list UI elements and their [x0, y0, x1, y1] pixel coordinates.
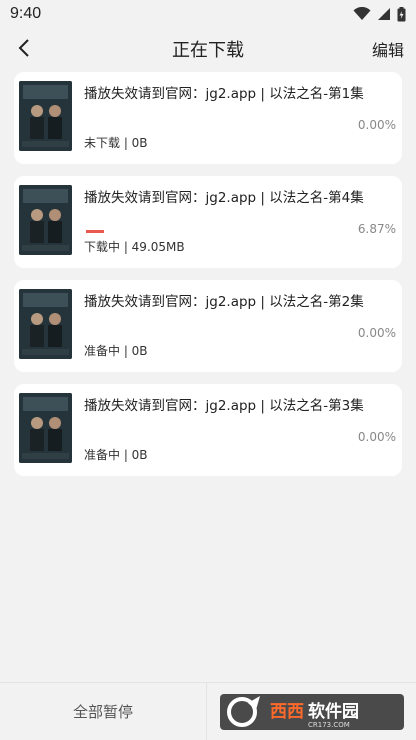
download-status: 未下载 | 0B [84, 136, 148, 150]
download-item[interactable]: 播放失效请到官网：jg2.app | 以法之名-第3集 0.00% 准备中 | … [14, 384, 402, 476]
poster-thumbnail [19, 289, 72, 359]
bottom-bar: 全部暂停 西西 软件园 CR173.COM [0, 682, 416, 740]
download-title: 播放失效请到官网：jg2.app | 以法之名-第4集 [84, 190, 364, 206]
download-percent: 6.87% [357, 222, 396, 236]
status-icons [353, 6, 406, 22]
download-title: 播放失效请到官网：jg2.app | 以法之名-第3集 [84, 398, 364, 414]
svg-text:西西: 西西 [270, 702, 304, 722]
download-item[interactable]: 播放失效请到官网：jg2.app | 以法之名-第1集 0.00% 未下载 | … [14, 72, 402, 164]
signal-icon [378, 8, 390, 20]
download-progress-bar [86, 230, 104, 233]
download-percent: 0.00% [357, 430, 396, 444]
back-button[interactable] [10, 34, 38, 62]
poster-thumbnail [19, 393, 72, 463]
download-title: 播放失效请到官网：jg2.app | 以法之名-第2集 [84, 294, 364, 310]
download-status: 下载中 | 49.05MB [84, 240, 185, 254]
download-item[interactable]: 播放失效请到官网：jg2.app | 以法之名-第4集 6.87% 下载中 | … [14, 176, 402, 268]
download-title: 播放失效请到官网：jg2.app | 以法之名-第1集 [84, 86, 364, 102]
download-status: 准备中 | 0B [84, 448, 148, 462]
battery-icon [397, 6, 406, 21]
download-item[interactable]: 播放失效请到官网：jg2.app | 以法之名-第2集 0.00% 准备中 | … [14, 280, 402, 372]
download-percent: 0.00% [357, 326, 396, 340]
download-list: 播放失效请到官网：jg2.app | 以法之名-第1集 0.00% 未下载 | … [0, 70, 416, 476]
nav-bar: 正在下载 编辑 [0, 28, 416, 70]
svg-text:CR173.COM: CR173.COM [308, 721, 350, 729]
edit-button[interactable]: 编辑 [372, 37, 404, 61]
download-progress-fill [86, 230, 104, 233]
download-status: 准备中 | 0B [84, 344, 148, 358]
status-bar: 9:40 [0, 0, 416, 28]
watermark-logo: 西西 软件园 CR173.COM [207, 683, 416, 740]
pause-all-button[interactable]: 全部暂停 [0, 683, 207, 740]
svg-text:软件园: 软件园 [308, 701, 359, 722]
wifi-icon [353, 7, 371, 20]
download-percent: 0.00% [357, 118, 396, 132]
poster-thumbnail [19, 81, 72, 151]
page-title: 正在下载 [172, 40, 244, 61]
chevron-left-icon [18, 39, 29, 57]
poster-thumbnail [19, 185, 72, 255]
status-time: 9:40 [10, 5, 42, 22]
